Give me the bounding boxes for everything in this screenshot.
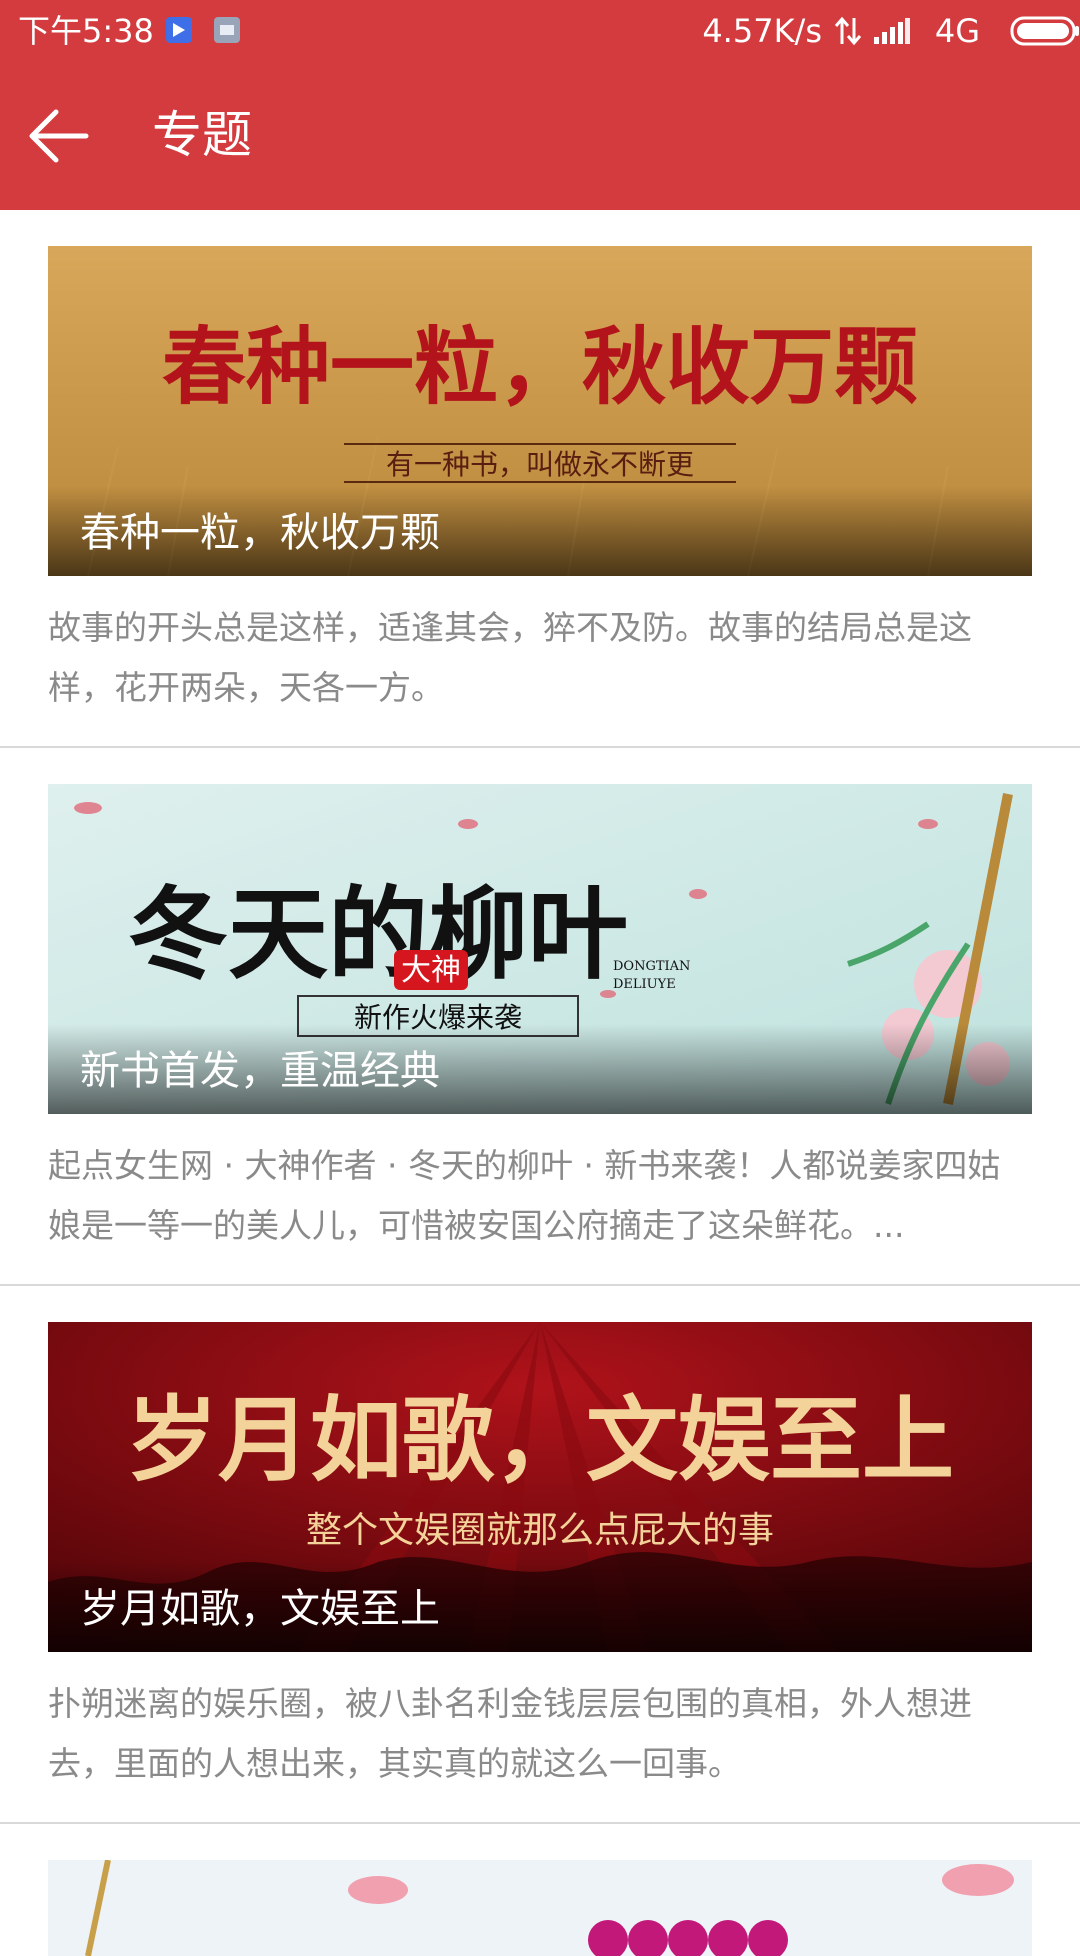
banner-pinyin: DONGTIAN [613,959,690,974]
topic-banner[interactable] [48,1860,1032,1956]
status-time: 下午5:38 [18,12,154,50]
banner-subtitle-text: 有一种书，叫做永不断更 [386,448,694,481]
page-title: 专题 [152,106,252,164]
banner-title-text: 春种一粒，秋收万颗 [162,317,918,416]
banner-subtitle-text: 整个文娱圈就那么点屁大的事 [306,1510,774,1551]
back-arrow-icon[interactable] [26,104,90,168]
banner-pinyin: DELIUYE [613,977,676,992]
topic-item[interactable]: 岁月如歌，文娱至上 整个文娱圈就那么点屁大的事 岁月如歌，文娱至上 扑朔迷离的娱… [0,1286,1080,1824]
topic-description: 扑朔迷离的娱乐圈，被八卦名利金钱层层包围的真相，外人想进去，里面的人想出来，其实… [48,1684,972,1783]
notification-app-icon [166,17,192,43]
topic-banner[interactable]: 岁月如歌，文娱至上 整个文娱圈就那么点屁大的事 岁月如歌，文娱至上 [48,1322,1032,1652]
banner-caption: 岁月如歌，文娱至上 [80,1586,440,1632]
network-type: 4G [934,12,980,50]
banner-image [48,1860,1032,1956]
data-transfer-icon [834,16,862,46]
status-bar: 下午5:38 4.57K/s 4G [0,0,1080,62]
app-bar: 下午5:38 4.57K/s 4G 专题 [0,0,1080,210]
topic-description: 起点女生网 · 大神作者 · 冬天的柳叶 · 新书来袭！人都说姜家四姑娘是一等一… [48,1146,1001,1245]
topic-banner[interactable]: 冬天的柳叶 大神 DONGTIAN DELIUYE 新作火爆来袭 新书首发，重温… [48,784,1032,1114]
network-speed: 4.57K/s [702,12,822,50]
notification-message-icon [214,17,240,43]
topic-banner[interactable]: 春种一粒，秋收万颗 有一种书，叫做永不断更 春种一粒，秋收万颗 [48,246,1032,576]
battery-icon [1010,16,1079,46]
banner-caption: 新书首发，重温经典 [80,1048,440,1094]
banner-caption: 春种一粒，秋收万颗 [80,510,440,556]
banner-badge-text: 大神 [401,953,461,988]
banner-title-text: 冬天的柳叶 [128,875,628,993]
signal-icon [874,18,910,44]
topic-item[interactable] [0,1824,1080,1956]
topic-item[interactable]: 春种一粒，秋收万颗 有一种书，叫做永不断更 春种一粒，秋收万颗 故事的开头总是这… [0,210,1080,748]
topic-item[interactable]: 冬天的柳叶 大神 DONGTIAN DELIUYE 新作火爆来袭 新书首发，重温… [0,748,1080,1286]
banner-title-text: 岁月如歌，文娱至上 [126,1387,954,1494]
topic-description: 故事的开头总是这样，适逢其会，猝不及防。故事的结局总是这样，花开两朵，天各一方。 [48,608,972,707]
